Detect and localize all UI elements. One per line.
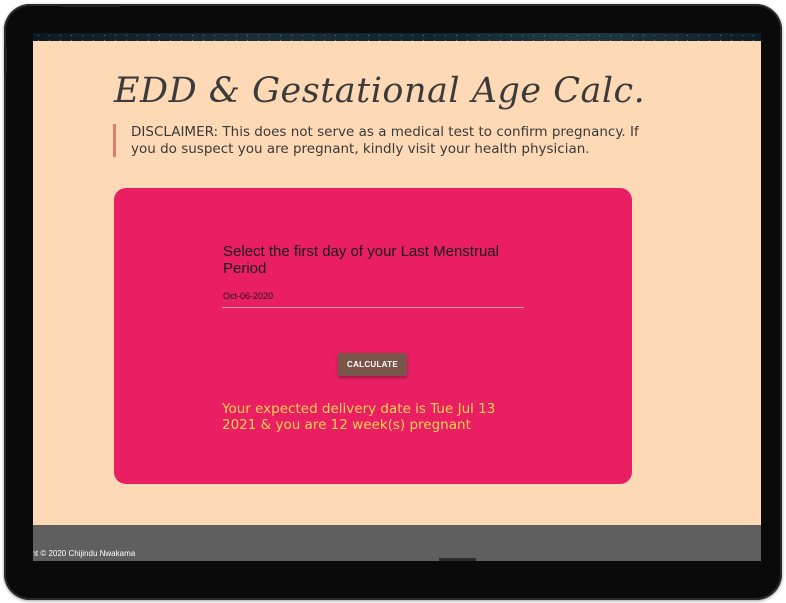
calculate-button[interactable]: CALCULATE xyxy=(338,353,407,376)
screen: EDD & Gestational Age Calc. DISCLAIMER: … xyxy=(33,33,761,561)
lmp-label: Select the first day of your Last Menstr… xyxy=(223,243,499,277)
footer-divider xyxy=(439,558,476,561)
calculator-card: Select the first day of your Last Menstr… xyxy=(114,188,632,484)
lmp-date-input[interactable] xyxy=(222,286,524,308)
disclaimer-text: DISCLAIMER: This does not serve as a med… xyxy=(113,124,641,157)
tablet-power-button xyxy=(60,4,120,7)
page-title: EDD & Gestational Age Calc. xyxy=(114,71,646,111)
tablet-frame: EDD & Gestational Age Calc. DISCLAIMER: … xyxy=(4,4,782,600)
copyright-text: ght © 2020 Chijindu Nwakama xyxy=(33,549,136,558)
tablet-volume-button xyxy=(4,46,7,74)
footer: ght © 2020 Chijindu Nwakama xyxy=(33,525,761,561)
result-text: Your expected delivery date is Tue Jul 1… xyxy=(222,401,496,433)
header-image-strip xyxy=(33,33,761,41)
